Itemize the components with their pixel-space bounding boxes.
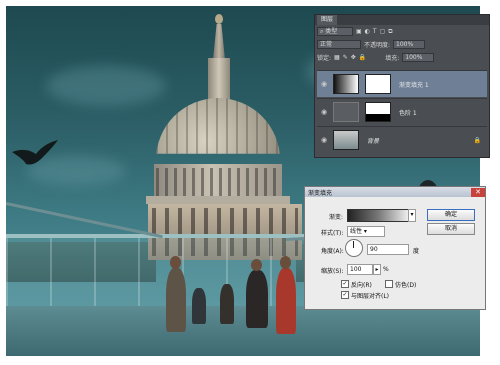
dialog-titlebar[interactable]: 渐变填充 ✕ <box>305 187 485 197</box>
style-label: 样式(T): <box>321 230 344 237</box>
angle-dial[interactable] <box>345 239 363 257</box>
layer-row-background[interactable]: ◉ 背景 🔒 <box>317 126 487 153</box>
scale-field[interactable]: 100 <box>347 264 373 275</box>
pedestrian-head <box>251 259 262 271</box>
dither-checkbox[interactable] <box>385 280 393 288</box>
lock-row: 锁定: ▦ ✎ ✥ 🔒 填充: 100% <box>317 53 487 62</box>
scale-unit: % <box>383 266 389 273</box>
dither-label: 仿色(D) <box>395 282 417 289</box>
filter-pixel-icon[interactable]: ▣ <box>356 28 362 35</box>
bridge-deck <box>6 306 480 356</box>
gradient-fill-thumbnail <box>333 74 359 94</box>
close-icon[interactable]: ✕ <box>471 187 485 197</box>
magnify-icon: ⌕ <box>320 28 324 35</box>
pedestrian-head <box>170 256 181 269</box>
align-with-layer-label: 与图层对齐(L) <box>351 293 390 300</box>
reverse-label: 反向(R) <box>351 282 372 289</box>
gradient-picker-chevron-icon[interactable]: ▾ <box>408 209 416 222</box>
filter-text-icon[interactable]: T <box>373 28 377 35</box>
lock-all-icon[interactable]: 🔒 <box>359 54 366 61</box>
layer-row-levels[interactable]: ◉ 色阶 1 <box>317 98 487 125</box>
pedestrian <box>166 268 186 332</box>
cathedral-cross <box>215 14 223 24</box>
layer-name: 渐变填充 1 <box>399 81 429 89</box>
layers-panel: 图层 ⌕ 类型 ▣ ◐ T ▢ ⧉ 正常 不透明度: 100% 锁定: ▦ ✎ … <box>314 14 490 158</box>
lock-paint-icon[interactable]: ✎ <box>343 54 348 61</box>
background-thumbnail <box>333 130 359 150</box>
angle-unit: 度 <box>413 248 420 255</box>
angle-dial-needle <box>353 241 354 248</box>
opacity-field[interactable]: 100% <box>393 40 426 49</box>
gradient-label: 渐变: <box>329 214 344 221</box>
ok-button[interactable]: 确定 <box>427 209 475 221</box>
filter-label: 类型 <box>325 28 338 35</box>
pedestrian <box>192 288 206 324</box>
drum-colonnade <box>156 168 280 196</box>
lock-label: 锁定: <box>317 55 332 62</box>
fill-field[interactable]: 100% <box>402 53 435 62</box>
angle-label: 角度(A): <box>321 248 344 255</box>
gradient-fill-dialog: 渐变填充 ✕ 渐变: ▾ 样式(T): 线性 ▾ 角度(A): 90 度 缩放(… <box>304 186 486 310</box>
layer-mask-thumbnail <box>365 74 391 94</box>
opacity-label: 不透明度: <box>364 42 391 49</box>
cathedral-lantern <box>208 58 230 104</box>
lock-move-icon[interactable]: ✥ <box>351 54 356 61</box>
style-select[interactable]: 线性 ▾ <box>347 226 385 237</box>
blend-row: 正常 不透明度: 100% <box>317 40 487 49</box>
bird-silhouette <box>12 140 58 165</box>
layers-panel-tabbar: 图层 <box>315 15 489 25</box>
reverse-checkbox[interactable]: ✓ <box>341 280 349 288</box>
layer-name: 背景 <box>367 137 380 145</box>
filter-adjustment-icon[interactable]: ◐ <box>365 28 370 35</box>
blend-mode-select[interactable]: 正常 <box>317 40 361 49</box>
pedestrian <box>246 270 268 328</box>
cathedral-ledge <box>146 196 290 204</box>
visibility-eye-icon[interactable]: ◉ <box>317 136 331 144</box>
pedestrian-head <box>280 256 291 269</box>
style-value: 线性 <box>350 228 363 235</box>
tab-layers[interactable]: 图层 <box>317 15 338 25</box>
scale-slider-toggle-icon[interactable]: ▸ <box>373 264 381 275</box>
layer-filter-select[interactable]: ⌕ 类型 <box>317 27 353 36</box>
lock-icon: 🔒 <box>473 136 481 144</box>
fill-label: 填充: <box>385 55 400 62</box>
visibility-eye-icon[interactable]: ◉ <box>317 80 331 88</box>
pedestrian <box>276 268 296 334</box>
pedestrian <box>220 284 234 324</box>
cloud <box>46 66 166 106</box>
bridge-cable <box>6 202 163 239</box>
filter-row: ⌕ 类型 ▣ ◐ T ▢ ⧉ <box>317 27 487 36</box>
levels-adjustment-icon <box>333 102 359 122</box>
lock-pixels-icon[interactable]: ▦ <box>334 54 340 61</box>
angle-field[interactable]: 90 <box>367 244 409 255</box>
cathedral-spire <box>213 24 225 60</box>
visibility-eye-icon[interactable]: ◉ <box>317 108 331 116</box>
cancel-button[interactable]: 取消 <box>427 223 475 235</box>
align-with-layer-checkbox[interactable]: ✓ <box>341 291 349 299</box>
filter-smart-icon[interactable]: ⧉ <box>388 28 392 36</box>
layer-name: 色阶 1 <box>399 109 417 117</box>
dialog-title: 渐变填充 <box>308 189 333 197</box>
layer-mask-thumbnail <box>365 102 391 122</box>
gradient-swatch[interactable] <box>347 209 409 222</box>
layer-row-gradient-fill[interactable]: ◉ 渐变填充 1 <box>317 70 487 97</box>
scale-label: 缩放(S): <box>321 268 344 275</box>
filter-shape-icon[interactable]: ▢ <box>380 28 386 35</box>
